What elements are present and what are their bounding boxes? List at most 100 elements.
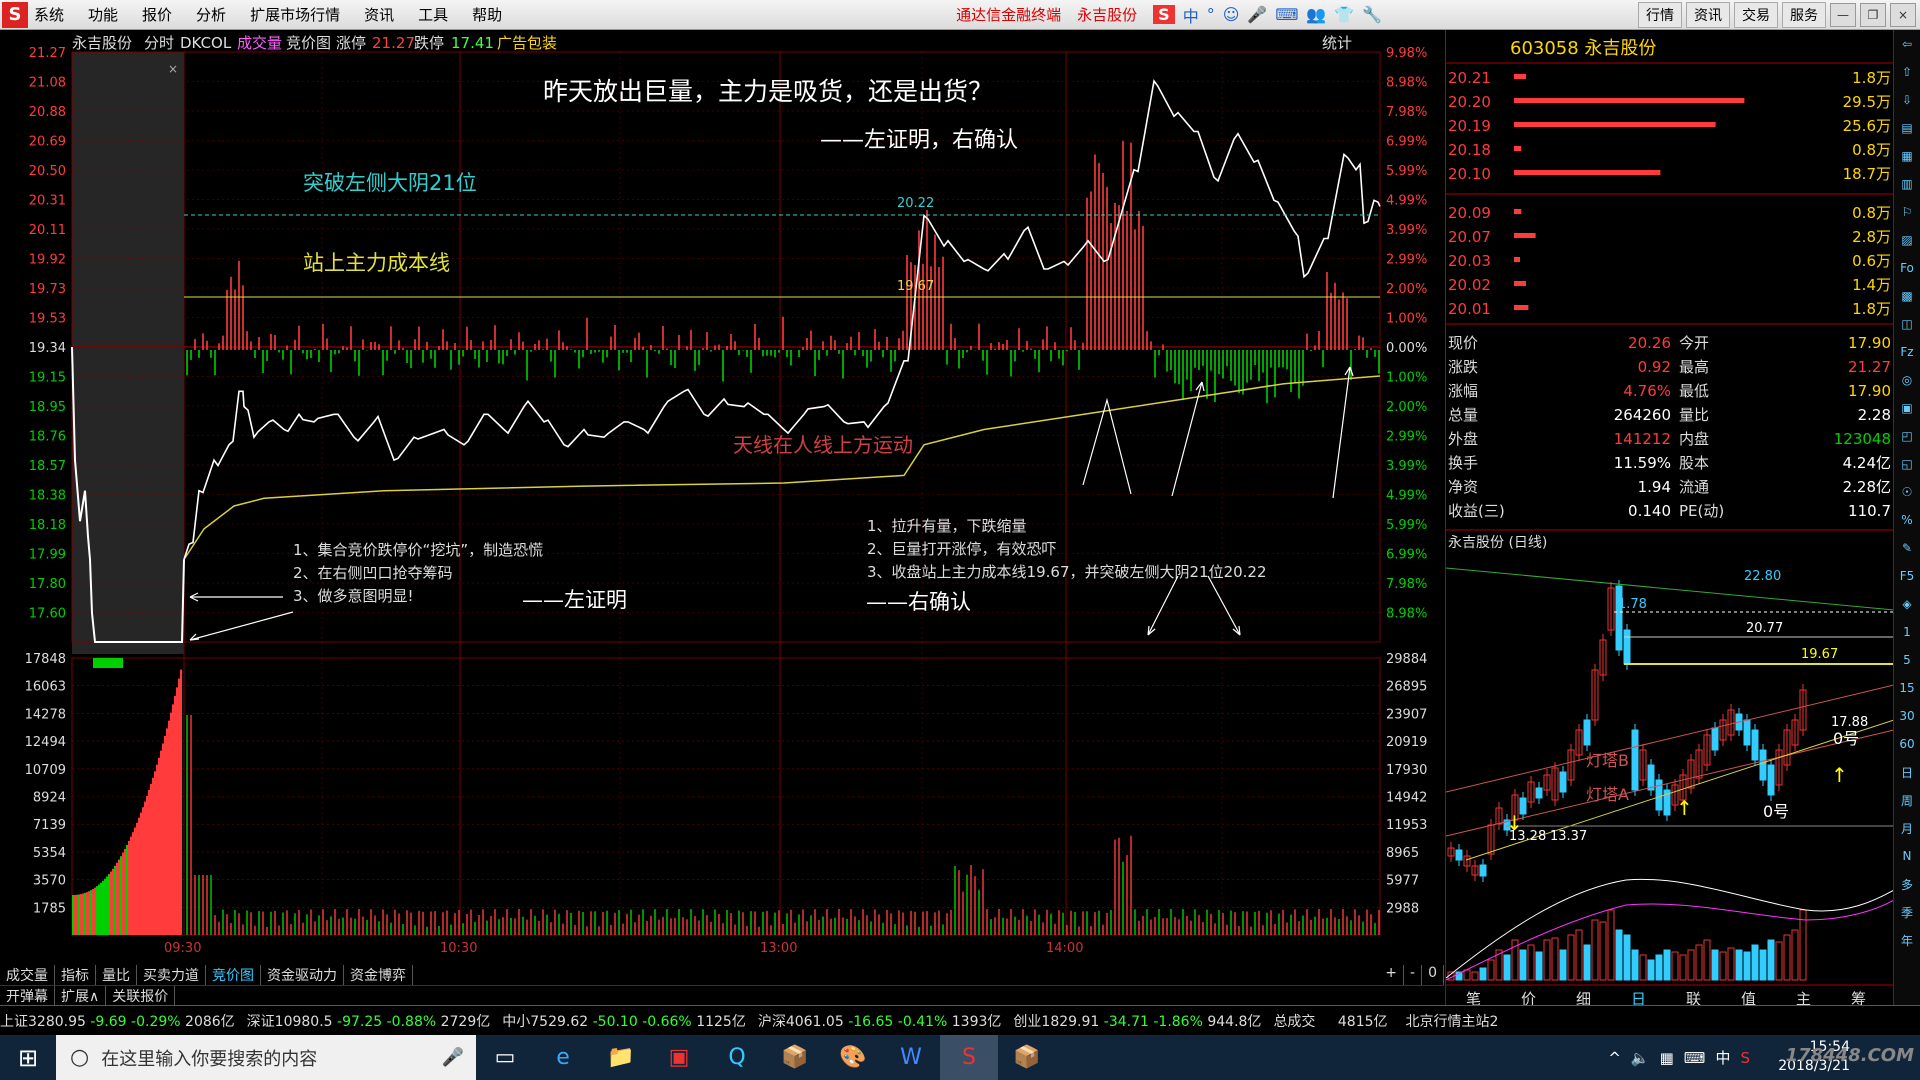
tab-volume-ratio[interactable]: 量比 — [96, 965, 137, 985]
side-tool-icon[interactable]: ▤ — [1894, 114, 1920, 142]
taskbar-search[interactable]: ○ 在这里输入你要搜索的内容 🎤 — [56, 1035, 476, 1080]
side-tool-icon[interactable]: ▨ — [1894, 226, 1920, 254]
keyboard-icon[interactable]: ⌨ — [1275, 5, 1298, 24]
promo-stock[interactable]: 永吉股份 — [1077, 4, 1137, 25]
windows-start-icon[interactable]: ⊞ — [0, 1035, 56, 1080]
candle-down[interactable] — [1615, 585, 1623, 651]
stats-button[interactable]: 统计 — [1322, 34, 1352, 52]
menu-info[interactable]: 资讯 — [364, 4, 394, 25]
volume-label[interactable]: 成交量 — [237, 34, 282, 52]
side-tool-icon[interactable]: ▣ — [1894, 394, 1920, 422]
candle-down[interactable] — [1655, 779, 1663, 811]
menu-tools[interactable]: 工具 — [418, 4, 448, 25]
sme-index[interactable]: 中小7529.62 -50.10 -0.66% 1125亿 — [502, 1011, 746, 1031]
app-red-icon[interactable]: ▣ — [650, 1035, 708, 1080]
bid-row[interactable]: 20.01 1.8万 — [1448, 300, 1891, 318]
minimize-icon[interactable]: — — [1830, 3, 1856, 27]
app-box-icon[interactable]: 📦 — [766, 1035, 824, 1080]
sz-index[interactable]: 深证10980.5 -97.25 -0.88% 2729亿 — [247, 1011, 491, 1031]
quote-button[interactable]: 行情 — [1638, 2, 1682, 28]
word-icon[interactable]: W — [882, 1035, 940, 1080]
network-icon[interactable]: ▦ — [1660, 1049, 1674, 1067]
close-auction-icon[interactable]: × — [168, 62, 178, 76]
close-icon[interactable]: × — [1890, 3, 1916, 27]
tab-buy-sell[interactable]: 买卖力道 — [137, 965, 206, 985]
side-tool-icon[interactable]: 1 — [1894, 618, 1920, 646]
side-tool-icon[interactable]: 30 — [1894, 702, 1920, 730]
side-tool-icon[interactable]: N — [1894, 842, 1920, 870]
zoom-reset-button[interactable]: 0 — [1422, 965, 1444, 985]
gem-index[interactable]: 创业1829.91 -34.71 -1.86% 944.8亿 — [1013, 1011, 1261, 1031]
emoji-icon[interactable]: ☺ — [1223, 5, 1240, 24]
candle-down[interactable] — [1559, 771, 1567, 793]
candle-down[interactable] — [1751, 729, 1759, 761]
skin-icon[interactable]: 👕 — [1334, 5, 1354, 24]
ask-row[interactable]: 20.19 25.6万 — [1448, 117, 1891, 135]
mic-taskbar-icon[interactable]: 🎤 — [442, 1047, 464, 1068]
tray-up-icon[interactable]: ^ — [1608, 1049, 1621, 1067]
menu-help[interactable]: 帮助 — [472, 4, 502, 25]
explorer-icon[interactable]: 📁 — [592, 1035, 650, 1080]
candle-down[interactable] — [1631, 729, 1639, 791]
ask-row[interactable]: 20.18 0.8万 — [1448, 141, 1891, 159]
menu-ext-market[interactable]: 扩展市场行情 — [250, 4, 340, 25]
side-tool-icon[interactable]: 15 — [1894, 674, 1920, 702]
barrage-toggle[interactable]: 开弹幕 — [0, 986, 55, 1005]
side-tool-icon[interactable]: ◱ — [1894, 450, 1920, 478]
edge-icon[interactable]: e — [534, 1035, 592, 1080]
ime-indicator[interactable]: 中 — [1715, 1047, 1730, 1068]
side-tool-icon[interactable]: ✎ — [1894, 534, 1920, 562]
menu-quote[interactable]: 报价 — [142, 4, 172, 25]
side-tool-icon[interactable]: ⚐ — [1894, 198, 1920, 226]
candle-down[interactable] — [1479, 864, 1487, 877]
side-tool-icon[interactable]: ◰ — [1894, 422, 1920, 450]
ask-row[interactable]: 20.20 29.5万 — [1448, 93, 1891, 111]
dkcol-label[interactable]: DKCOL — [180, 34, 232, 52]
expand-button[interactable]: 扩展∧ — [55, 986, 107, 1005]
side-tool-icon[interactable]: 季 — [1894, 898, 1920, 926]
mode-label[interactable]: 分时 — [144, 34, 174, 52]
zoom-in-button[interactable]: + — [1379, 965, 1405, 985]
bid-row[interactable]: 20.07 2.8万 — [1448, 228, 1891, 246]
ask-row[interactable]: 20.21 1.8万 — [1448, 69, 1891, 87]
candle-down[interactable] — [1767, 764, 1775, 796]
side-tool-icon[interactable]: 多 — [1894, 870, 1920, 898]
app-box2-icon[interactable]: 📦 — [998, 1035, 1056, 1080]
side-tool-icon[interactable]: ⇦ — [1894, 30, 1920, 58]
side-tool-icon[interactable]: 年 — [1894, 926, 1920, 954]
trade-button[interactable]: 交易 — [1734, 2, 1778, 28]
users-icon[interactable]: 👥 — [1306, 5, 1326, 24]
candle-down[interactable] — [1743, 719, 1751, 746]
tab-volume[interactable]: 成交量 — [0, 965, 55, 985]
side-tool-icon[interactable]: Fz — [1894, 338, 1920, 366]
bid-row[interactable]: 20.02 1.4万 — [1448, 276, 1891, 294]
candle-down[interactable] — [1711, 727, 1719, 751]
side-tool-icon[interactable]: ▦ — [1894, 142, 1920, 170]
restore-icon[interactable]: ❐ — [1860, 3, 1886, 27]
ad-label[interactable]: 广告包装 — [497, 34, 557, 52]
wrench-icon[interactable]: 🔧 — [1362, 5, 1382, 24]
side-tool-icon[interactable]: 60 — [1894, 730, 1920, 758]
auction-label[interactable]: 竞价图 — [286, 34, 331, 52]
candle-down[interactable] — [1583, 719, 1591, 746]
side-tool-icon[interactable]: ◎ — [1894, 366, 1920, 394]
side-tool-icon[interactable]: ◫ — [1894, 310, 1920, 338]
service-button[interactable]: 服务 — [1782, 2, 1826, 28]
side-tool-icon[interactable]: 周 — [1894, 786, 1920, 814]
candle-down[interactable] — [1455, 849, 1463, 861]
mic-icon[interactable]: 🎤 — [1247, 5, 1267, 24]
side-tool-icon[interactable]: F5 — [1894, 562, 1920, 590]
side-tool-icon[interactable]: 5 — [1894, 646, 1920, 674]
menu-system[interactable]: 系统 — [34, 4, 64, 25]
side-tool-icon[interactable]: ⇧ — [1894, 58, 1920, 86]
info-button[interactable]: 资讯 — [1686, 2, 1730, 28]
chinese-mode-icon[interactable]: 中 — [1183, 3, 1199, 27]
server-name[interactable]: 北京行情主站2 — [1406, 1011, 1499, 1031]
candle-down[interactable] — [1759, 749, 1767, 781]
side-tool-icon[interactable]: ▥ — [1894, 170, 1920, 198]
intraday-chart[interactable]: 21.27 21.08 20.88 20.69 20.50 20.31 20.11 19.92… — [0, 30, 1444, 965]
side-tool-icon[interactable]: ☉ — [1894, 478, 1920, 506]
sh-index[interactable]: 上证3280.95 -9.69 -0.29% 2086亿 — [0, 1011, 235, 1031]
candle-down[interactable] — [1647, 764, 1655, 791]
tdx-icon[interactable]: S — [940, 1035, 998, 1080]
